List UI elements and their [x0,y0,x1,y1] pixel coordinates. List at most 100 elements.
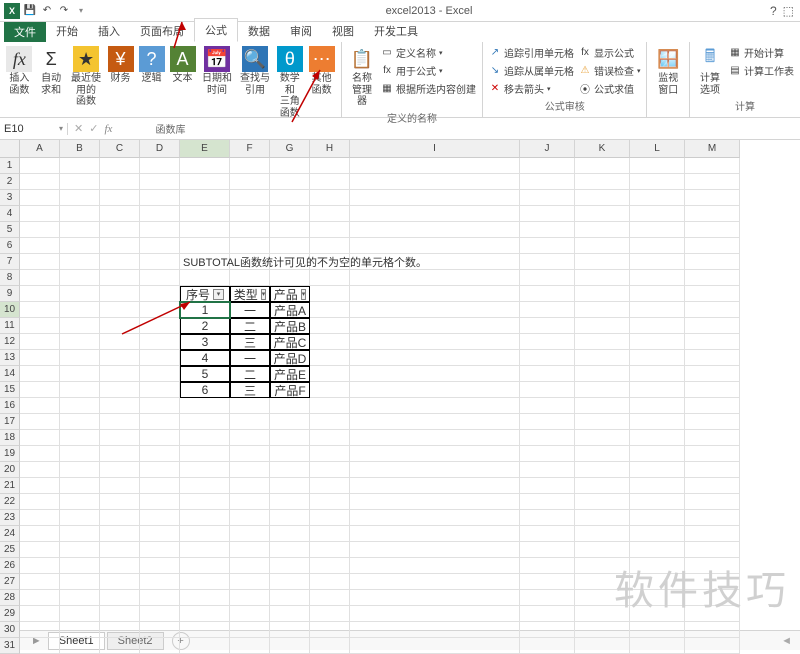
cell-H20[interactable] [310,462,350,478]
cell-C5[interactable] [100,222,140,238]
cell-I26[interactable] [350,558,520,574]
cell-A29[interactable] [20,606,60,622]
cell-L13[interactable] [630,350,685,366]
cell-J10[interactable] [520,302,575,318]
create-from-selection-button[interactable]: ▦根据所选内容创建 [379,80,478,97]
cell-E10[interactable]: 1 [180,302,230,318]
cell-K31[interactable] [575,638,630,654]
row-header-20[interactable]: 20 [0,462,20,478]
cell-C16[interactable] [100,398,140,414]
trace-dependents-button[interactable]: ↘追踪从属单元格 [487,62,576,79]
cell-L16[interactable] [630,398,685,414]
cell-G26[interactable] [270,558,310,574]
cell-C22[interactable] [100,494,140,510]
undo-icon[interactable]: ↶ [40,4,54,18]
cell-B5[interactable] [60,222,100,238]
cell-H13[interactable] [310,350,350,366]
cell-H2[interactable] [310,174,350,190]
row-header-19[interactable]: 19 [0,446,20,462]
trace-precedents-button[interactable]: ↗追踪引用单元格 [487,44,576,61]
row-header-14[interactable]: 14 [0,366,20,382]
cell-F21[interactable] [230,478,270,494]
cell-C7[interactable] [100,254,140,270]
cell-C17[interactable] [100,414,140,430]
cell-L29[interactable] [630,606,685,622]
cell-I18[interactable] [350,430,520,446]
cell-C10[interactable] [100,302,140,318]
remove-arrows-button[interactable]: ✕移去箭头▾ [487,80,576,97]
cell-K13[interactable] [575,350,630,366]
cell-L31[interactable] [630,638,685,654]
tab-insert[interactable]: 插入 [88,20,130,42]
cell-A9[interactable] [20,286,60,302]
cell-D25[interactable] [140,542,180,558]
cell-C13[interactable] [100,350,140,366]
cell-B10[interactable] [60,302,100,318]
cell-E19[interactable] [180,446,230,462]
cell-L7[interactable] [630,254,685,270]
cell-A14[interactable] [20,366,60,382]
cell-E23[interactable] [180,510,230,526]
cell-I20[interactable] [350,462,520,478]
cell-J13[interactable] [520,350,575,366]
cell-E20[interactable] [180,462,230,478]
cell-D27[interactable] [140,574,180,590]
cell-M4[interactable] [685,206,740,222]
cell-M29[interactable] [685,606,740,622]
cell-K25[interactable] [575,542,630,558]
cell-F26[interactable] [230,558,270,574]
cell-A15[interactable] [20,382,60,398]
cell-K21[interactable] [575,478,630,494]
cell-H18[interactable] [310,430,350,446]
cell-K6[interactable] [575,238,630,254]
cell-H25[interactable] [310,542,350,558]
cell-E4[interactable] [180,206,230,222]
cell-E30[interactable] [180,622,230,638]
cell-A22[interactable] [20,494,60,510]
cell-I6[interactable] [350,238,520,254]
tab-data[interactable]: 数据 [238,20,280,42]
cell-K3[interactable] [575,190,630,206]
cell-B23[interactable] [60,510,100,526]
cell-L3[interactable] [630,190,685,206]
cell-D20[interactable] [140,462,180,478]
evaluate-formula-button[interactable]: ⦿公式求值 [577,80,643,97]
qat-dropdown-icon[interactable]: ▾ [74,4,88,18]
cell-D29[interactable] [140,606,180,622]
cell-F16[interactable] [230,398,270,414]
cell-B20[interactable] [60,462,100,478]
cell-B3[interactable] [60,190,100,206]
cell-K24[interactable] [575,526,630,542]
cell-D18[interactable] [140,430,180,446]
cell-C29[interactable] [100,606,140,622]
cell-H23[interactable] [310,510,350,526]
cell-J3[interactable] [520,190,575,206]
col-header-M[interactable]: M [685,140,740,158]
cell-F28[interactable] [230,590,270,606]
cell-I10[interactable] [350,302,520,318]
cell-C18[interactable] [100,430,140,446]
cell-G4[interactable] [270,206,310,222]
cell-M16[interactable] [685,398,740,414]
cell-J5[interactable] [520,222,575,238]
cell-J15[interactable] [520,382,575,398]
cell-E6[interactable] [180,238,230,254]
cell-G15[interactable]: 产品F [270,382,310,398]
cell-C25[interactable] [100,542,140,558]
name-manager-button[interactable]: 📋名称 管理器 [346,44,378,110]
ribbon-display-icon[interactable]: ⬚ [783,4,794,18]
cell-I13[interactable] [350,350,520,366]
col-header-H[interactable]: H [310,140,350,158]
cell-E16[interactable] [180,398,230,414]
cell-M5[interactable] [685,222,740,238]
cell-J30[interactable] [520,622,575,638]
cell-H29[interactable] [310,606,350,622]
cell-B18[interactable] [60,430,100,446]
cell-K8[interactable] [575,270,630,286]
cell-A18[interactable] [20,430,60,446]
cell-H24[interactable] [310,526,350,542]
cell-M24[interactable] [685,526,740,542]
row-header-15[interactable]: 15 [0,382,20,398]
cell-J7[interactable] [520,254,575,270]
show-formulas-button[interactable]: fx显示公式 [577,44,643,61]
